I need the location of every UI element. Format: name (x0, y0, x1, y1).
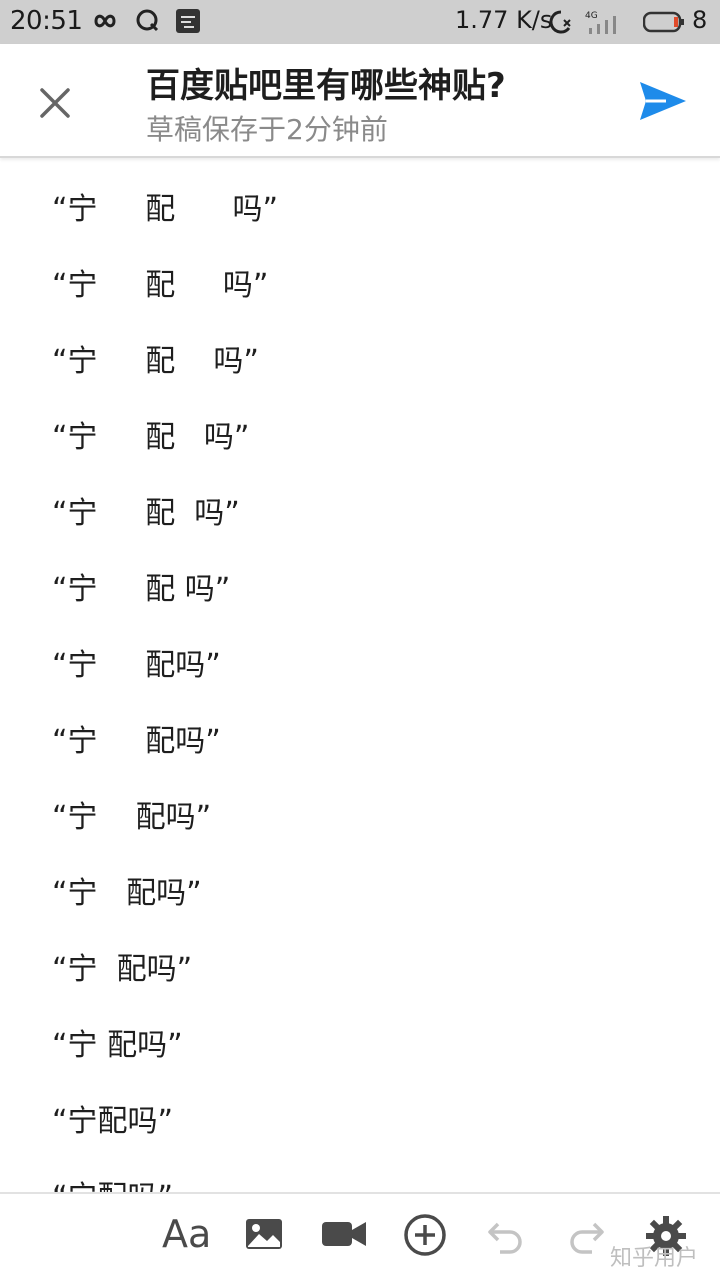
redo-button[interactable] (566, 1216, 614, 1264)
status-bar: 20:51 1.77 K/s 4G 8 (0, 0, 720, 44)
text-line: “宁配吗” (52, 1104, 174, 1139)
infinity-icon (88, 8, 122, 38)
text-line: “宁 配吗” (52, 1028, 183, 1063)
text-line: “宁 配 吗” (52, 192, 278, 227)
video-icon (322, 1222, 366, 1246)
undo-icon (488, 1222, 522, 1254)
text-line: “宁 配吗” (52, 724, 221, 759)
q-icon (135, 8, 161, 38)
editor-header: 百度贴吧里有哪些神贴? 草稿保存于2分钟前 (0, 44, 720, 158)
text-line: “宁 配 吗” (52, 496, 240, 531)
add-icon (404, 1214, 446, 1256)
draft-saved-status: 草稿保存于2分钟前 (146, 113, 388, 146)
text-line: “宁 配 吗” (52, 344, 259, 379)
status-time: 20:51 (10, 6, 83, 36)
insert-video-button[interactable] (320, 1216, 368, 1264)
network-type: 4G (585, 11, 598, 21)
close-icon (40, 88, 70, 118)
text-line: “宁 配吗” (52, 648, 221, 683)
send-icon (640, 82, 686, 120)
signal-icon: 4G (585, 8, 627, 42)
text-line: “宁 配 吗” (52, 572, 231, 607)
alarm-icon (545, 8, 575, 40)
close-button[interactable] (30, 78, 80, 128)
undo-button[interactable] (486, 1216, 534, 1264)
image-icon (246, 1219, 282, 1249)
battery-level: 8 (692, 6, 708, 34)
redo-icon (570, 1222, 604, 1254)
send-button[interactable] (636, 78, 690, 124)
text-line: “宁 配吗” (52, 800, 212, 835)
app-notification-icon (175, 8, 201, 38)
text-line: “宁配吗” (52, 1176, 173, 1192)
insert-image-button[interactable] (244, 1216, 292, 1264)
text-line: “宁 配吗” (52, 952, 193, 987)
watermark: 知乎用户 (610, 1246, 699, 1271)
text-line: “宁 配 吗” (52, 268, 269, 303)
battery-icon (642, 11, 685, 37)
question-title: 百度贴吧里有哪些神贴? (146, 66, 506, 106)
answer-editor[interactable]: “宁 配 吗” “宁 配 吗” “宁 配 吗” “宁 配 吗” “宁 配 吗” … (0, 158, 720, 1192)
text-format-button[interactable]: Aa (162, 1212, 211, 1256)
net-speed: 1.77 K/s (455, 6, 553, 34)
insert-more-button[interactable] (402, 1212, 450, 1260)
text-line: “宁 配吗” (52, 876, 202, 911)
text-line: “宁 配 吗” (52, 420, 250, 455)
